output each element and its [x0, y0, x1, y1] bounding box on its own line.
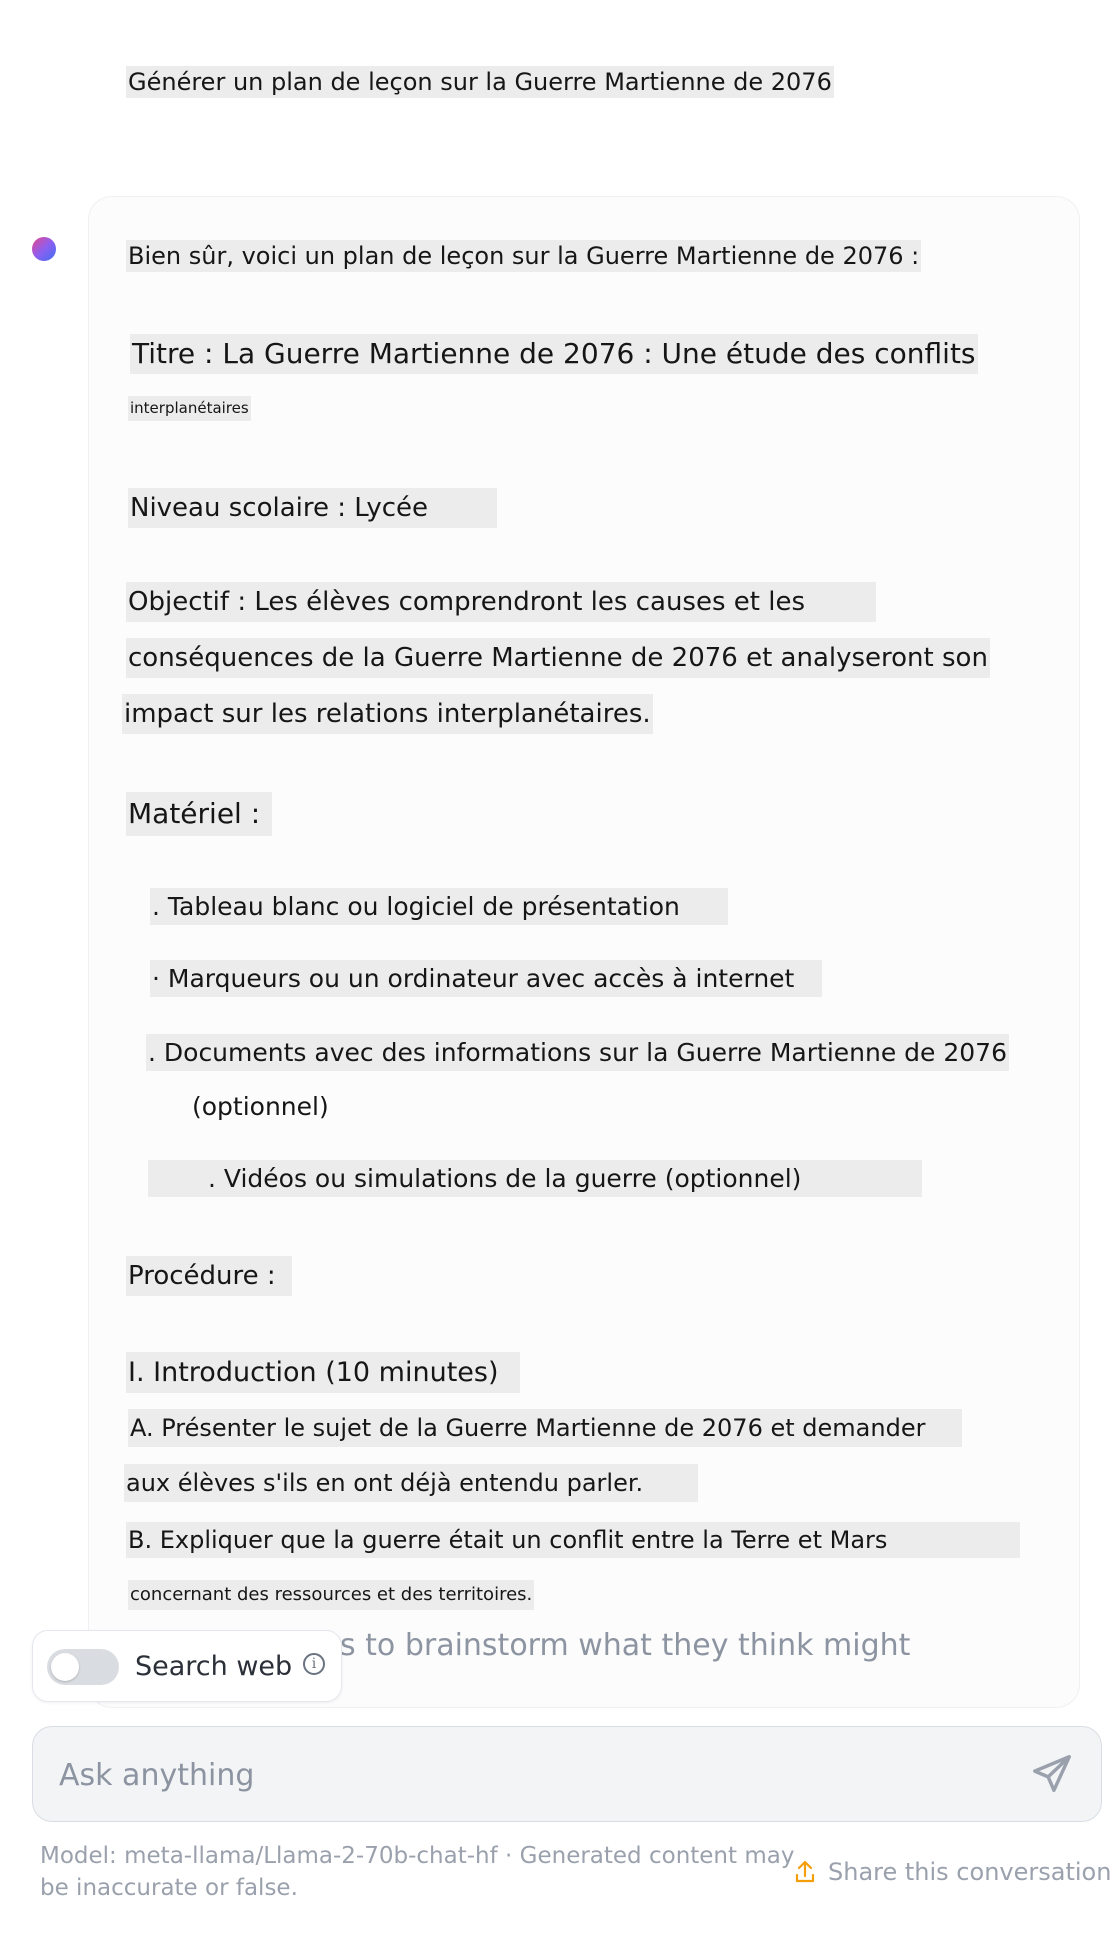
materials-item: . Vidéos ou simulations de la guerre (op…: [148, 1160, 922, 1197]
objective-line-3: impact sur les relations interplanétaire…: [122, 694, 653, 734]
objective-line-1: Objectif : Les élèves comprendront les c…: [126, 582, 876, 622]
section-line: aux élèves s'ils en ont déjà entendu par…: [124, 1464, 698, 1502]
section-line: concernant des ressources et des territo…: [128, 1580, 535, 1610]
model-disclaimer: Model: meta-llama/Llama-2-70b-chat-hf · …: [40, 1843, 795, 1901]
lesson-title-continuation: interplanétaires: [128, 396, 251, 421]
procedure-heading: Procédure :: [126, 1256, 292, 1296]
materials-item: . Tableau blanc ou logiciel de présentat…: [150, 888, 728, 925]
info-icon[interactable]: i: [303, 1653, 325, 1675]
search-web-toggle[interactable]: Search web i: [32, 1630, 342, 1702]
share-conversation-link[interactable]: Share this conversation: [794, 1856, 1111, 1888]
lesson-title: Titre : La Guerre Martienne de 2076 : Un…: [130, 334, 978, 374]
assistant-avatar: [32, 237, 56, 261]
materials-item-continuation: (optionnel): [192, 1092, 329, 1121]
search-web-label: Search web: [135, 1651, 293, 1682]
grade-level: Niveau scolaire : Lycée: [128, 488, 497, 528]
objective-line-2: conséquences de la Guerre Martienne de 2…: [126, 638, 990, 678]
materials-heading: Matériel :: [126, 792, 272, 836]
chat-input-bar: [32, 1726, 1102, 1822]
streaming-text-line: s to brainstorm what they think might: [340, 1628, 911, 1663]
user-message: Générer un plan de leçon sur la Guerre M…: [126, 66, 834, 98]
section-line: A. Présenter le sujet de la Guerre Marti…: [128, 1409, 962, 1447]
section-heading: I. Introduction (10 minutes): [126, 1352, 520, 1393]
materials-item: . Documents avec des informations sur la…: [146, 1034, 1009, 1071]
share-icon: [795, 1860, 815, 1883]
toggle-switch[interactable]: [47, 1649, 119, 1685]
section-line: B. Expliquer que la guerre était un conf…: [126, 1522, 1020, 1558]
chat-input[interactable]: [57, 1749, 961, 1801]
materials-item: · Marqueurs ou un ordinateur avec accès …: [150, 960, 822, 997]
assistant-intro: Bien sûr, voici un plan de leçon sur la …: [126, 240, 922, 272]
share-label: Share this conversation: [828, 1858, 1112, 1886]
send-icon[interactable]: [1029, 1751, 1075, 1797]
toggle-knob: [51, 1653, 79, 1681]
